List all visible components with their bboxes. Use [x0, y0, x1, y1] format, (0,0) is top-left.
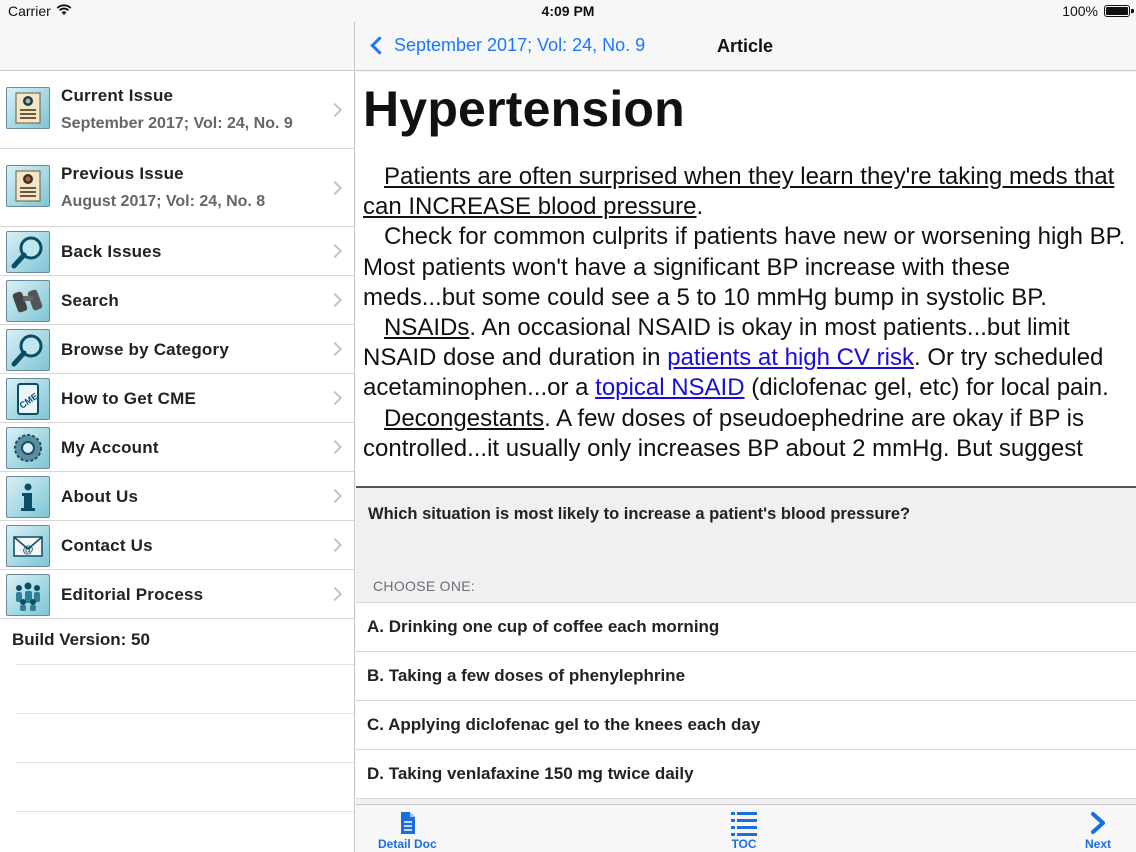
- answer-option-b[interactable]: B. Taking a few doses of phenylephrine: [356, 652, 1136, 701]
- chevron-right-icon: [327, 341, 343, 357]
- sidebar-item-title: Previous Issue: [61, 164, 184, 183]
- divider: [16, 664, 354, 665]
- answer-option-d[interactable]: D. Taking venlafaxine 150 mg twice daily: [356, 750, 1136, 799]
- chevron-right-icon: [327, 439, 343, 455]
- chevron-right-icon: [327, 102, 343, 117]
- chevron-right-icon: [327, 180, 343, 195]
- sidebar-item-subtitle: August 2017; Vol: 24, No. 8: [61, 193, 266, 210]
- page-title: Article: [717, 36, 774, 56]
- article-paragraph: Decongestants. A few doses of pseudoephe…: [363, 404, 1128, 464]
- detail-doc-button[interactable]: Detail Doc: [378, 809, 437, 851]
- article-paragraph: NSAIDs. An occasional NSAID is okay in m…: [363, 313, 1128, 404]
- chevron-right-icon: [327, 292, 343, 308]
- sidebar-item-title: About Us: [61, 487, 139, 506]
- sidebar-item-how-to-get-cme[interactable]: CME How to Get CME: [0, 374, 354, 423]
- sidebar-item-about-us[interactable]: About Us: [0, 472, 354, 521]
- answer-label: A. Drinking one cup of coffee each morni…: [367, 617, 720, 636]
- sidebar-nav-bar: [0, 22, 354, 71]
- status-bar: Carrier 4:09 PM 100%: [0, 0, 1136, 22]
- journal-icon: [6, 165, 50, 207]
- journal-icon: [6, 87, 50, 129]
- next-label: Next: [1084, 837, 1111, 851]
- article-text: (diclofenac gel, etc) for local pain.: [744, 374, 1109, 402]
- article-content[interactable]: Hypertension Patients are often surprise…: [356, 72, 1136, 486]
- answer-list: A. Drinking one cup of coffee each morni…: [356, 602, 1136, 799]
- email-icon: @: [6, 525, 50, 567]
- sidebar-item-editorial-process[interactable]: Editorial Process: [0, 570, 354, 619]
- magnifier-icon: [6, 329, 50, 371]
- document-icon: [401, 812, 416, 834]
- chevron-right-icon: [1091, 812, 1105, 834]
- gear-icon: [6, 427, 50, 469]
- chevron-left-icon: [370, 36, 389, 55]
- chevron-right-icon: [327, 243, 343, 259]
- sidebar-item-title: Editorial Process: [61, 585, 204, 604]
- answer-option-a[interactable]: A. Drinking one cup of coffee each morni…: [356, 603, 1136, 652]
- info-icon: [6, 476, 50, 518]
- magnifier-icon: [6, 231, 50, 273]
- binoculars-icon: [6, 280, 50, 322]
- sidebar-item-title: How to Get CME: [61, 389, 197, 408]
- sidebar-item-back-issues[interactable]: Back Issues: [0, 227, 354, 276]
- article-lead-text: Patients are often surprised when they l…: [363, 163, 1115, 221]
- chevron-right-icon: [327, 390, 343, 406]
- sidebar-item-title: Current Issue: [61, 86, 174, 105]
- svg-text:@: @: [23, 544, 34, 556]
- chevron-right-icon: [327, 488, 343, 504]
- back-button[interactable]: September 2017; Vol: 24, No. 9: [370, 35, 645, 56]
- answer-label: D. Taking venlafaxine 150 mg twice daily: [367, 764, 694, 783]
- quiz-panel: Which situation is most likely to increa…: [356, 486, 1136, 804]
- divider: [16, 762, 354, 763]
- detail-nav-bar: September 2017; Vol: 24, No. 9 Article: [356, 22, 1136, 71]
- chevron-right-icon: [327, 537, 343, 553]
- sidebar-item-browse-by-category[interactable]: Browse by Category: [0, 325, 354, 374]
- article-paragraph: Patients are often surprised when they l…: [363, 162, 1128, 222]
- sidebar-item-my-account[interactable]: My Account: [0, 423, 354, 472]
- quiz-question: Which situation is most likely to increa…: [368, 505, 911, 523]
- sidebar-item-title: Contact Us: [61, 536, 153, 555]
- link-topical-nsaid[interactable]: topical NSAID: [595, 374, 744, 401]
- sidebar-item-previous-issue[interactable]: Previous Issue August 2017; Vol: 24, No.…: [0, 149, 354, 227]
- divider: [16, 713, 354, 714]
- back-button-label: September 2017; Vol: 24, No. 9: [394, 35, 646, 55]
- section-heading: Decongestants: [384, 404, 545, 432]
- link-high-cv-risk[interactable]: patients at high CV risk: [667, 344, 914, 371]
- sidebar-item-title: My Account: [61, 438, 159, 457]
- people-icon: [6, 574, 50, 616]
- section-heading: NSAIDs: [384, 314, 470, 342]
- app-root: Carrier 4:09 PM 100% Current Issue Septe…: [0, 0, 1136, 852]
- article-paragraph: Check for common culprits if patients ha…: [363, 223, 1126, 311]
- choose-one-label: CHOOSE ONE:: [373, 578, 476, 594]
- toc-button[interactable]: TOC: [729, 809, 759, 851]
- divider: [16, 811, 354, 812]
- sidebar-item-contact-us[interactable]: @ Contact Us: [0, 521, 354, 570]
- list-icon: [731, 812, 757, 836]
- sidebar-item-title: Browse by Category: [61, 340, 229, 359]
- answer-option-c[interactable]: C. Applying diclofenac gel to the knees …: [356, 701, 1136, 750]
- detail-doc-label: Detail Doc: [378, 837, 437, 851]
- next-button[interactable]: Next: [1083, 809, 1113, 851]
- article-heading: Hypertension: [363, 81, 685, 137]
- toc-label: TOC: [731, 837, 757, 851]
- sidebar-item-title: Back Issues: [61, 242, 162, 261]
- battery-icon: [1104, 5, 1134, 17]
- battery-percent: 100%: [1062, 3, 1098, 19]
- sidebar-item-subtitle: September 2017; Vol: 24, No. 9: [61, 115, 293, 132]
- bottom-toolbar: Detail Doc TOC Next: [356, 804, 1136, 852]
- cme-icon: CME: [6, 378, 50, 420]
- clock: 4:09 PM: [541, 3, 595, 19]
- sidebar-item-search[interactable]: Search: [0, 276, 354, 325]
- sidebar-item-current-issue[interactable]: Current Issue September 2017; Vol: 24, N…: [0, 71, 354, 149]
- article-text: .: [696, 193, 704, 221]
- answer-label: B. Taking a few doses of phenylephrine: [367, 666, 686, 685]
- sidebar-item-title: Search: [61, 291, 119, 310]
- sidebar: Current Issue September 2017; Vol: 24, N…: [0, 22, 355, 852]
- chevron-right-icon: [327, 586, 343, 602]
- answer-label: C. Applying diclofenac gel to the knees …: [367, 715, 761, 734]
- build-version: Build Version: 50: [12, 630, 150, 649]
